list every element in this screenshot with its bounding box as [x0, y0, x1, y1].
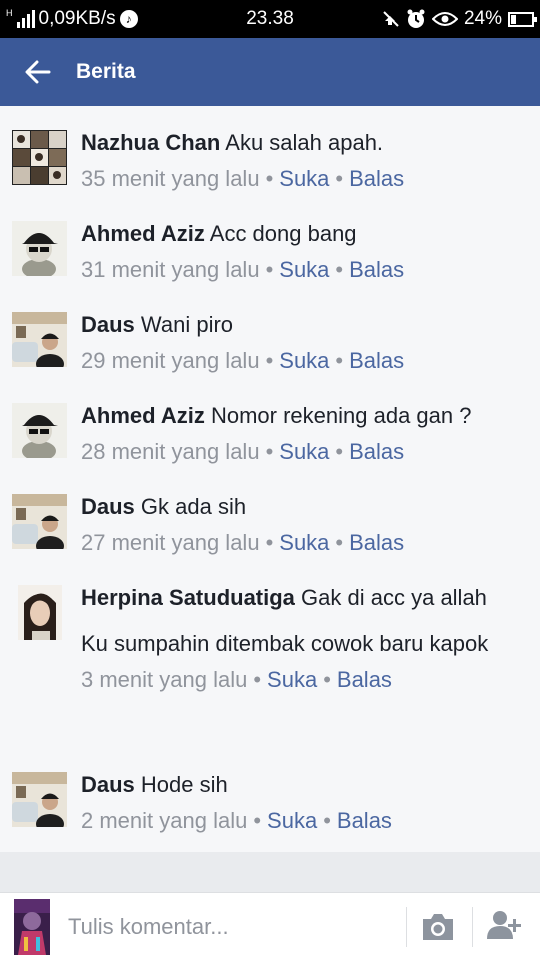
reply-button[interactable]: Balas	[349, 166, 404, 191]
comment-text: Nomor rekening ada gan ?	[210, 403, 472, 428]
comment-body: Ahmed Aziz Acc dong bang 31 menit yang l…	[81, 217, 526, 286]
comment-time: 35 menit yang lalu	[81, 166, 260, 191]
camera-icon	[423, 914, 453, 940]
comment-body: Herpina Satuduatiga Gak di acc ya allah …	[81, 581, 526, 696]
mute-icon	[383, 11, 399, 27]
comment-author[interactable]: Nazhua Chan	[81, 130, 220, 155]
avatar[interactable]	[12, 130, 67, 185]
like-button[interactable]: Suka	[279, 166, 329, 191]
camera-button[interactable]	[420, 911, 456, 948]
reply-button[interactable]: Balas	[337, 667, 392, 692]
comment-body: Ahmed Aziz Nomor rekening ada gan ? 28 m…	[81, 399, 526, 468]
avatar[interactable]	[12, 312, 67, 367]
comment-time: 2 menit yang lalu	[81, 808, 248, 833]
comment-text: Acc dong bang	[209, 221, 357, 246]
comment-text-extra: Ku sumpahin ditembak cowok baru kapok	[81, 631, 489, 656]
comment-list: Nazhua Chan Aku salah apah. 35 menit yan…	[0, 106, 540, 852]
comment-body: Daus Hode sih 2 menit yang lalu • Suka • Bal…	[81, 768, 526, 837]
comment-text: Aku salah apah.	[225, 130, 384, 155]
comment-author[interactable]: Daus	[81, 772, 135, 797]
alarm-icon	[407, 9, 425, 28]
comment-text: Gak di acc ya allah	[301, 585, 487, 610]
eye-icon	[431, 12, 458, 26]
reply-button[interactable]: Balas	[349, 439, 404, 464]
comment-time: 31 menit yang lalu	[81, 257, 260, 282]
reply-button[interactable]: Balas	[349, 348, 404, 373]
comment-time: 29 menit yang lalu	[81, 348, 260, 373]
comment-body: Daus Wani piro 29 menit yang lalu • Suka • B…	[81, 308, 526, 377]
reply-button[interactable]: Balas	[349, 530, 404, 555]
like-button[interactable]: Suka	[279, 530, 329, 555]
avatar[interactable]	[18, 585, 62, 640]
comment-input[interactable]	[68, 911, 388, 943]
comment-author[interactable]: Daus	[81, 312, 135, 337]
comment-composer	[0, 892, 540, 960]
comment-meta: 27 menit yang lalu • Suka • Balas	[81, 530, 405, 555]
reply-button[interactable]: Balas	[337, 808, 392, 833]
avatar[interactable]	[12, 494, 67, 549]
comment-body: Daus Gk ada sih 27 menit yang lalu • Suka •…	[81, 490, 526, 559]
comment-body: Nazhua Chan Aku salah apah. 35 menit yan…	[81, 126, 526, 195]
like-button[interactable]: Suka	[267, 808, 317, 833]
battery-percent: 24%	[463, 8, 502, 29]
comment-author[interactable]: Herpina Satuduatiga	[81, 585, 295, 610]
comment-time: 28 menit yang lalu	[81, 439, 260, 464]
comment-author[interactable]: Ahmed Aziz	[81, 221, 205, 246]
comment-time: 3 menit yang lalu	[81, 667, 248, 692]
back-button[interactable]	[0, 38, 76, 106]
comment-author[interactable]: Daus	[81, 494, 135, 519]
avatar[interactable]	[12, 772, 67, 827]
add-person-icon	[487, 911, 521, 939]
comment-meta: 31 menit yang lalu • Suka • Balas	[81, 257, 405, 282]
status-bar: H 0,09KB/s ♪ 23.38 24%	[0, 0, 540, 38]
comment-meta: 29 menit yang lalu • Suka • Balas	[81, 348, 405, 373]
comment-meta: 35 menit yang lalu • Suka • Balas	[81, 166, 405, 191]
comment-text: Gk ada sih	[140, 494, 247, 519]
avatar[interactable]	[12, 403, 67, 458]
like-button[interactable]: Suka	[279, 257, 329, 282]
back-arrow-icon	[25, 60, 51, 84]
reply-button[interactable]: Balas	[349, 257, 404, 282]
comment-time: 27 menit yang lalu	[81, 530, 260, 555]
status-right: 24%	[382, 8, 537, 30]
battery-icon	[508, 11, 537, 27]
like-button[interactable]: Suka	[279, 439, 329, 464]
comment-author[interactable]: Ahmed Aziz	[81, 403, 205, 428]
add-friend-button[interactable]	[487, 909, 521, 946]
comment-text: Wani piro	[140, 312, 234, 337]
app-header: Berita	[0, 38, 540, 106]
my-avatar	[14, 899, 50, 955]
list-footer-space	[0, 852, 540, 892]
divider	[472, 907, 473, 947]
divider	[406, 907, 407, 947]
like-button[interactable]: Suka	[267, 667, 317, 692]
avatar[interactable]	[12, 221, 67, 276]
comment-meta: 3 menit yang lalu • Suka • Balas	[81, 667, 392, 692]
like-button[interactable]: Suka	[279, 348, 329, 373]
comment-meta: 28 menit yang lalu • Suka • Balas	[81, 439, 405, 464]
page-title: Berita	[76, 60, 136, 83]
comment-text: Hode sih	[140, 772, 228, 797]
comment-meta: 2 menit yang lalu • Suka • Balas	[81, 808, 392, 833]
